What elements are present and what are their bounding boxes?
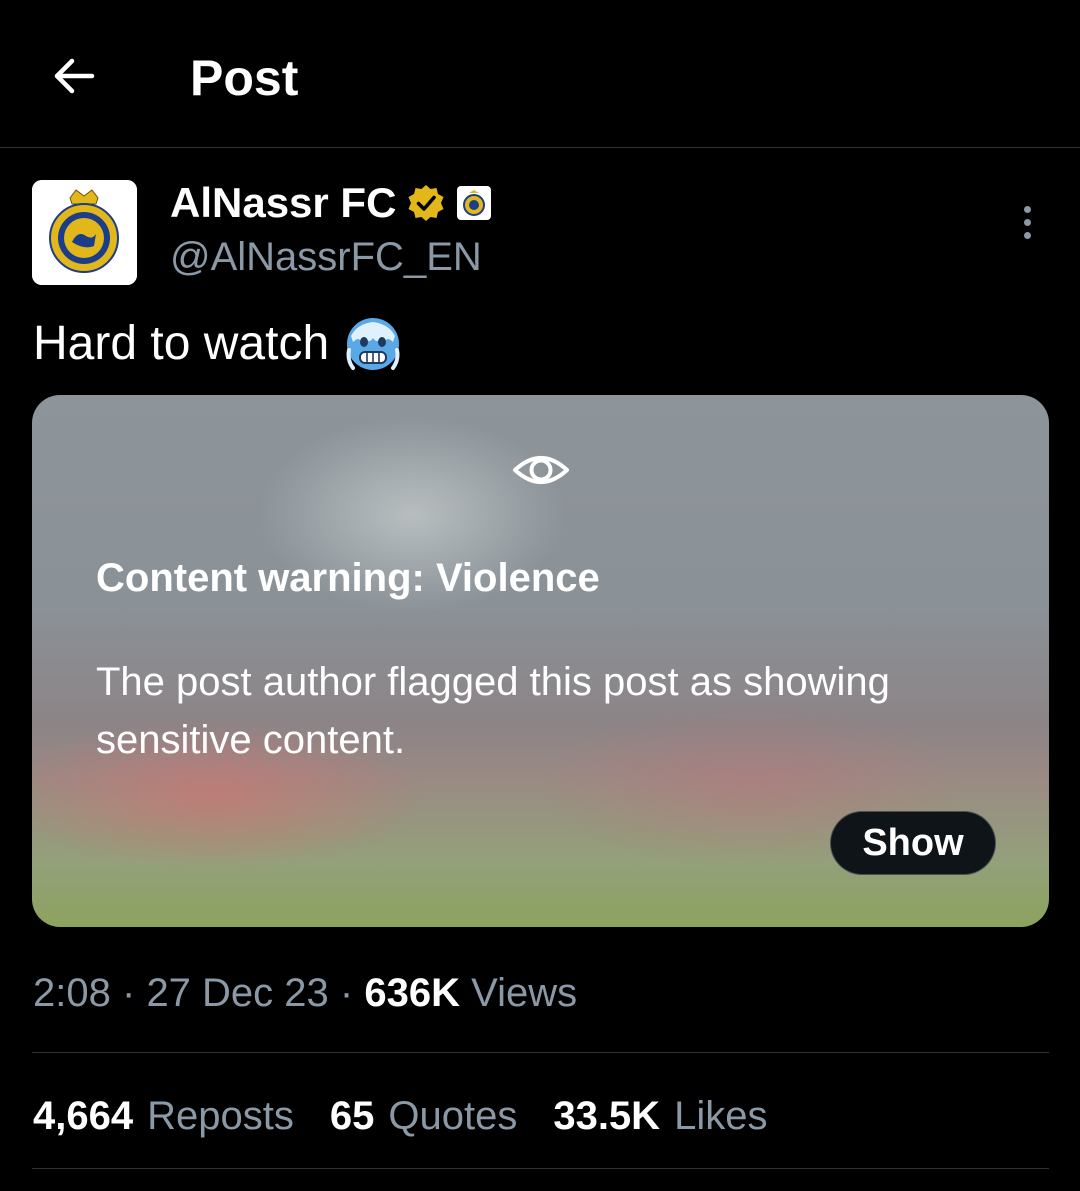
more-options-button[interactable] [1005, 200, 1049, 244]
author-name-row: AlNassr FC [170, 176, 492, 230]
back-button[interactable] [44, 46, 104, 106]
eye-icon-wrap [510, 445, 572, 495]
likes-label: Likes [674, 1094, 768, 1138]
show-media-button[interactable]: Show [830, 811, 996, 875]
avatar[interactable] [32, 180, 137, 285]
page-title: Post [190, 50, 299, 106]
likes-count: 33.5K [553, 1094, 661, 1138]
author-display-name[interactable]: AlNassr FC [170, 176, 396, 230]
tweet-text: Hard to watch [33, 314, 403, 374]
tweet-text-content: Hard to watch [33, 317, 330, 370]
views-count: 636K [364, 971, 460, 1015]
sensitive-media-card[interactable]: Content warning: Violence The post autho… [32, 395, 1049, 927]
post-date: 27 Dec 23 [146, 971, 329, 1015]
more-vertical-icon-dot [1023, 231, 1031, 239]
post-page: Post AlNassr FC @AlNassrFC_EN Hard to wa… [0, 0, 1080, 1191]
meta-separator: · [339, 971, 354, 1015]
content-warning-body: The post author flagged this post as sho… [96, 660, 890, 762]
reposts-label: Reposts [147, 1094, 294, 1138]
likes-stat[interactable]: 33.5K Likes [553, 1086, 767, 1146]
more-vertical-icon-dot [1023, 218, 1031, 226]
engagement-stats: 4,664 Reposts 65 Quotes 33.5K Likes [33, 1086, 767, 1146]
club-affiliate-badge-icon [457, 186, 492, 220]
content-warning-title: Content warning: Violence [96, 556, 600, 600]
reposts-count: 4,664 [33, 1094, 134, 1138]
eye-icon [513, 456, 569, 484]
post-meta: 2:08 · 27 Dec 23 · 636K Views [33, 965, 577, 1021]
author-handle[interactable]: @AlNassrFC_EN [170, 232, 482, 282]
top-bar: Post [0, 0, 1080, 148]
quotes-stat[interactable]: 65 Quotes [330, 1086, 517, 1146]
arrow-left-icon [54, 58, 95, 94]
post-time: 2:08 [33, 971, 111, 1015]
views-label: Views [471, 971, 578, 1015]
meta-separator: · [121, 971, 136, 1015]
cold-face-emoji-icon [346, 318, 400, 370]
divider [32, 1168, 1049, 1169]
divider [32, 1052, 1049, 1053]
reposts-stat[interactable]: 4,664 Reposts [33, 1086, 294, 1146]
alnassr-crest-icon [32, 180, 137, 285]
more-vertical-icon [1023, 205, 1031, 213]
quotes-count: 65 [329, 1094, 375, 1138]
quotes-label: Quotes [388, 1094, 518, 1138]
verified-gold-badge-icon [408, 185, 444, 221]
